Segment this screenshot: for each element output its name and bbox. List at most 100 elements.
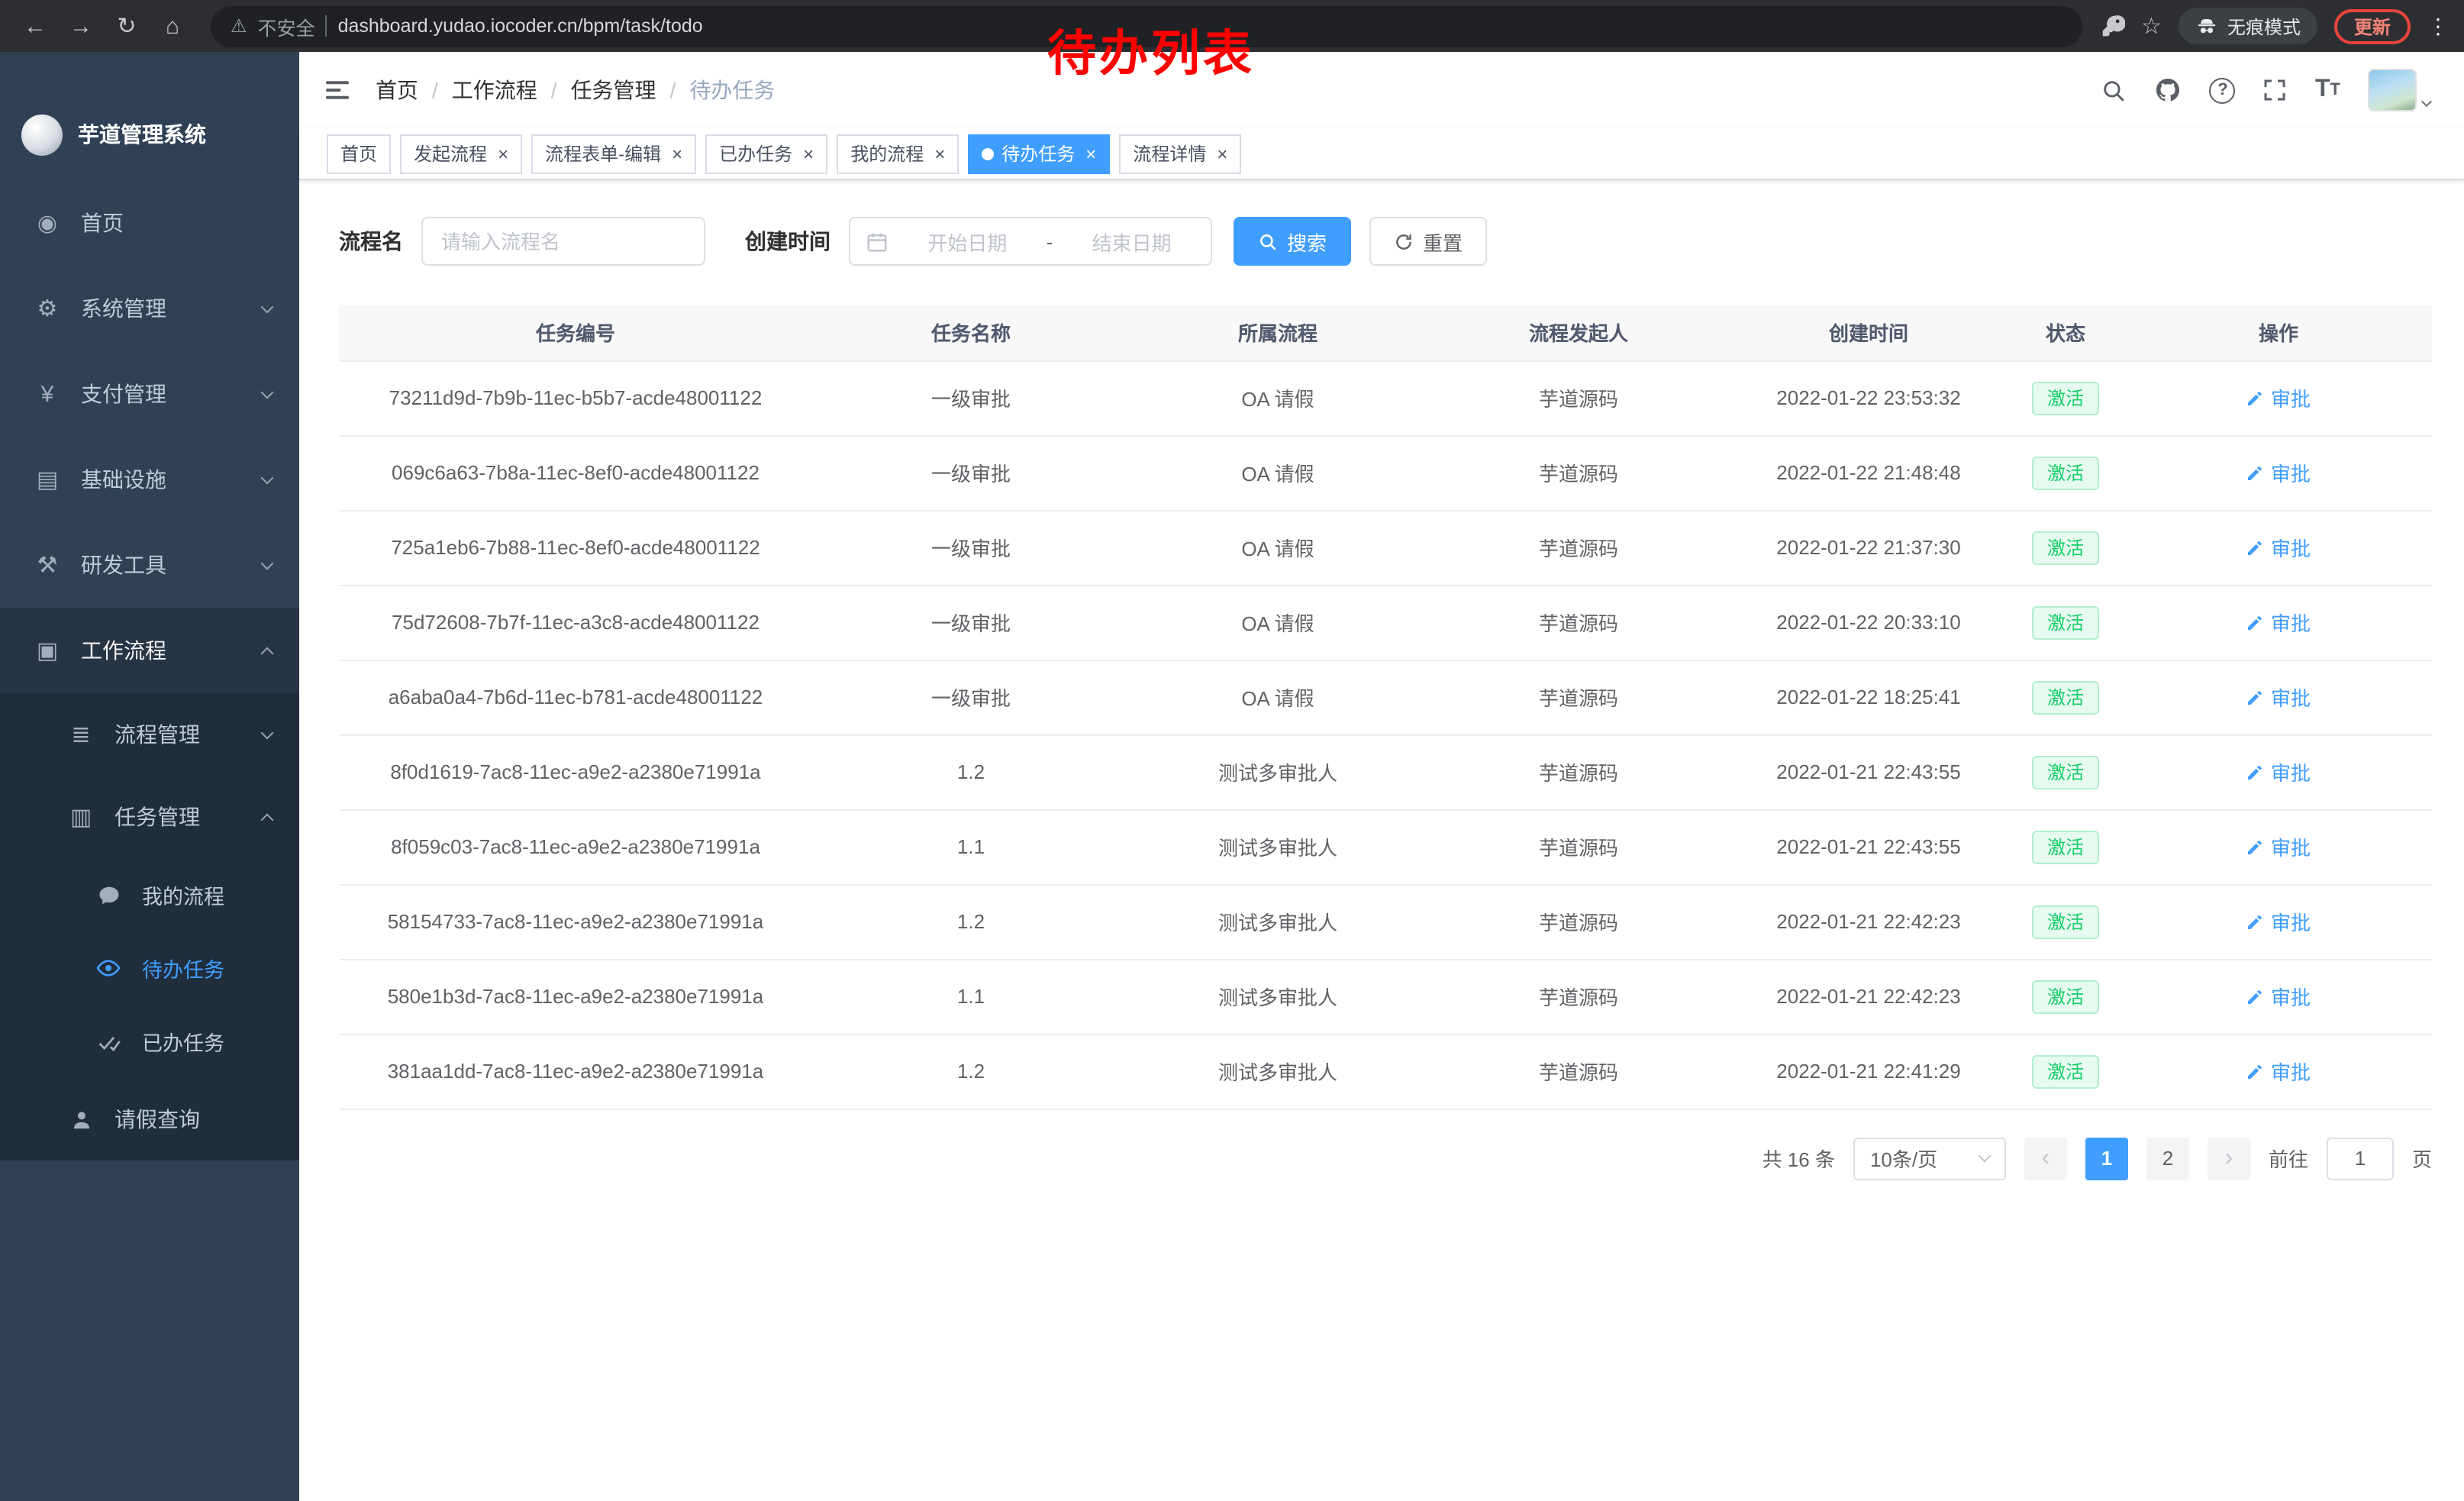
- reload-icon[interactable]: ↻: [107, 6, 147, 46]
- tab-done-task[interactable]: 已办任务 ×: [705, 134, 827, 173]
- search-icon[interactable]: [2101, 77, 2127, 103]
- approve-link[interactable]: 审批: [2246, 458, 2311, 487]
- todo-table: 任务编号 任务名称 所属流程 流程发起人 创建时间 状态 操作 73211d9d…: [339, 305, 2432, 1109]
- approve-link[interactable]: 审批: [2246, 1057, 2311, 1086]
- sidebar-item-infrastructure[interactable]: ▤ 基础设施: [0, 437, 299, 522]
- sidebar-item-my-process[interactable]: 我的流程: [0, 858, 299, 931]
- cell-status: 激活: [2006, 1034, 2125, 1109]
- approve-link[interactable]: 审批: [2246, 907, 2311, 936]
- breadcrumb-workflow[interactable]: 工作流程: [452, 75, 537, 105]
- url-text: dashboard.yudao.iocoder.cn/bpm/task/todo: [338, 15, 703, 37]
- goto-page-input[interactable]: [2327, 1137, 2394, 1180]
- calendar-icon: [866, 230, 889, 253]
- page-button-1[interactable]: 1: [2085, 1137, 2128, 1180]
- approve-link[interactable]: 审批: [2246, 982, 2311, 1011]
- close-icon[interactable]: ×: [803, 144, 814, 163]
- tab-todo-task[interactable]: 待办任务 ×: [968, 134, 1110, 173]
- approve-link[interactable]: 审批: [2246, 757, 2311, 786]
- sidebar-item-done-task[interactable]: 已办任务: [0, 1005, 299, 1078]
- home-icon[interactable]: ⌂: [153, 6, 192, 46]
- back-icon[interactable]: ←: [15, 6, 55, 46]
- breadcrumb-separator: /: [432, 78, 438, 102]
- cell-action: 审批: [2125, 360, 2432, 435]
- sidebar-item-label: 任务管理: [114, 802, 200, 832]
- sidebar-item-label: 首页: [81, 208, 124, 238]
- sidebar-item-leave-query[interactable]: 请假查询: [0, 1078, 299, 1160]
- hamburger-icon[interactable]: [324, 76, 351, 104]
- tab-start-process[interactable]: 发起流程 ×: [400, 134, 522, 173]
- status-badge: 激活: [2032, 456, 2099, 489]
- sidebar-item-task-management[interactable]: ▥ 任务管理: [0, 776, 299, 858]
- cell-task-id: 580e1b3d-7ac8-11ec-a9e2-a2380e71991a: [339, 959, 812, 1034]
- font-size-icon[interactable]: TT: [2315, 78, 2340, 102]
- cell-status: 激活: [2006, 660, 2125, 734]
- close-icon[interactable]: ×: [672, 144, 682, 163]
- help-icon[interactable]: ?: [2210, 77, 2236, 103]
- date-range-picker[interactable]: 开始日期 - 结束日期: [849, 217, 1212, 266]
- start-date-placeholder: 开始日期: [904, 227, 1031, 256]
- incognito-icon: [2195, 15, 2218, 37]
- sidebar-item-system[interactable]: ⚙ 系统管理: [0, 266, 299, 351]
- cell-task-id: 73211d9d-7b9b-11ec-b5b7-acde48001122: [339, 360, 812, 435]
- approve-link[interactable]: 审批: [2246, 383, 2311, 412]
- fullscreen-icon[interactable]: [2263, 78, 2288, 102]
- approve-label: 审批: [2271, 1057, 2311, 1086]
- avatar: [2368, 69, 2417, 111]
- search-button[interactable]: 搜索: [1234, 217, 1351, 266]
- approve-link[interactable]: 审批: [2246, 832, 2311, 861]
- cell-action: 审批: [2125, 585, 2432, 660]
- breadcrumb-home[interactable]: 首页: [376, 75, 418, 105]
- cell-initiator: 芋道源码: [1426, 360, 1731, 435]
- status-badge: 激活: [2032, 605, 2099, 639]
- close-icon[interactable]: ×: [934, 144, 945, 163]
- breadcrumb-task-management[interactable]: 任务管理: [571, 75, 656, 105]
- sidebar-item-payment[interactable]: ¥ 支付管理: [0, 351, 299, 437]
- process-name-input[interactable]: [421, 217, 705, 266]
- sidebar-item-process-management[interactable]: ≣ 流程管理: [0, 693, 299, 776]
- sidebar-item-label: 系统管理: [81, 293, 166, 324]
- table-row: 580e1b3d-7ac8-11ec-a9e2-a2380e71991a 1.1…: [339, 959, 2432, 1034]
- close-icon[interactable]: ×: [498, 144, 508, 163]
- reset-button[interactable]: 重置: [1369, 217, 1487, 266]
- sidebar-item-devtools[interactable]: ⚒ 研发工具: [0, 522, 299, 608]
- sidebar-item-home[interactable]: ◉ 首页: [0, 180, 299, 266]
- close-icon[interactable]: ×: [1217, 144, 1227, 163]
- next-page-button[interactable]: ›: [2208, 1137, 2250, 1180]
- cell-status: 激活: [2006, 435, 2125, 510]
- search-label: 搜索: [1287, 227, 1327, 256]
- tab-label: 流程表单-编辑: [545, 140, 661, 166]
- browser-menu-icon[interactable]: ⋮: [2427, 13, 2449, 39]
- approve-link[interactable]: 审批: [2246, 533, 2311, 562]
- table-row: 75d72608-7b7f-11ec-a3c8-acde48001122 一级审…: [339, 585, 2432, 660]
- github-icon[interactable]: [2155, 76, 2182, 104]
- page-size-select[interactable]: 10条/页: [1853, 1137, 2006, 1180]
- user-avatar-menu[interactable]: [2368, 69, 2430, 111]
- update-button[interactable]: 更新: [2334, 8, 2411, 44]
- tab-my-process[interactable]: 我的流程 ×: [837, 134, 959, 173]
- cell-status: 激活: [2006, 809, 2125, 884]
- tab-home[interactable]: 首页: [327, 134, 391, 173]
- approve-link[interactable]: 审批: [2246, 608, 2311, 637]
- tab-process-detail[interactable]: 流程详情 ×: [1119, 134, 1241, 173]
- tab-form-edit[interactable]: 流程表单-编辑 ×: [531, 134, 696, 173]
- cell-created: 2022-01-22 21:48:48: [1731, 435, 2006, 510]
- cell-action: 审批: [2125, 734, 2432, 809]
- sidebar-item-workflow[interactable]: ▣ 工作流程: [0, 608, 299, 693]
- app-logo-icon: [21, 114, 63, 155]
- page-button-2[interactable]: 2: [2146, 1137, 2189, 1180]
- close-icon[interactable]: ×: [1085, 144, 1096, 163]
- password-key-icon[interactable]: [2100, 14, 2124, 38]
- bookmark-star-icon[interactable]: ☆: [2141, 12, 2162, 40]
- approve-label: 审批: [2271, 383, 2311, 412]
- prev-page-button[interactable]: ‹: [2024, 1137, 2067, 1180]
- incognito-badge: 无痕模式: [2179, 8, 2317, 44]
- sidebar-item-todo-task[interactable]: 待办任务: [0, 931, 299, 1005]
- cell-created: 2022-01-21 22:42:23: [1731, 884, 2006, 959]
- cell-initiator: 芋道源码: [1426, 510, 1731, 585]
- sidebar-item-label: 工作流程: [81, 635, 166, 666]
- breadcrumb-current: 待办任务: [689, 75, 775, 105]
- approve-link[interactable]: 审批: [2246, 683, 2311, 712]
- create-time-label: 创建时间: [745, 226, 830, 257]
- end-date-placeholder: 结束日期: [1068, 227, 1195, 256]
- forward-icon[interactable]: →: [61, 6, 101, 46]
